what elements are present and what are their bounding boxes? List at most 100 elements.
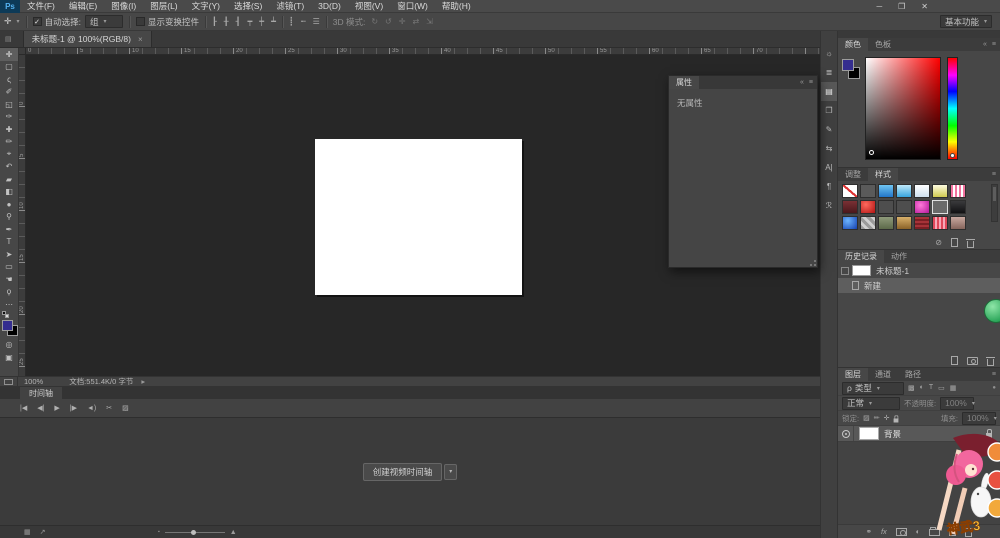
tool-preset-caret-icon[interactable]: ▾ (17, 18, 20, 25)
style-swatch[interactable] (878, 216, 894, 230)
dock-icon-clone-source[interactable]: ✎ (821, 120, 837, 139)
menu-item[interactable]: 视图(V) (348, 0, 390, 12)
menu-item[interactable]: 滤镜(T) (269, 0, 311, 12)
properties-panel[interactable]: 属性 « ≡ 无属性 (668, 75, 818, 268)
blur-tool[interactable]: ● (0, 198, 18, 211)
minimize-button[interactable]: ─ (876, 2, 882, 11)
foreground-color-swatch[interactable] (842, 59, 854, 71)
document-tab[interactable]: 未标题-1 @ 100%(RGB/8) × (23, 31, 152, 47)
history-source-checkbox[interactable] (838, 267, 852, 275)
zoom-slider-handle[interactable] (191, 530, 196, 535)
filter-shape-icon[interactable]: ▭ (938, 384, 945, 392)
brush-tool[interactable]: ✏ (0, 136, 18, 149)
panel-menu-icon[interactable]: ≡ (992, 171, 996, 178)
dock-icon-histogram[interactable]: ▤ (821, 82, 837, 101)
align-bottom-icon[interactable]: ┷ (271, 17, 276, 26)
filter-adjustment-icon[interactable]: ◐ (920, 384, 924, 392)
tab-history[interactable]: 历史记录 (838, 250, 884, 263)
prev-frame-button[interactable]: ◀| (37, 404, 44, 412)
adjustment-layer-button[interactable]: ◐ (916, 527, 921, 536)
tab-channels[interactable]: 通道 (868, 368, 898, 381)
blend-mode-dropdown[interactable]: 正常 ▾ (842, 397, 900, 410)
opacity-field[interactable]: 100% ▾ (940, 397, 974, 410)
lock-all-icon[interactable] (894, 418, 899, 422)
distribute-horizontal-icon[interactable]: ┉ (301, 17, 306, 26)
dock-icon-brush-settings[interactable]: ⇆ (821, 139, 837, 158)
type-tool[interactable]: T (0, 236, 18, 249)
hue-slider-marker[interactable] (950, 153, 955, 158)
color-swatch-widget[interactable] (0, 313, 18, 339)
menu-item[interactable]: 图像(I) (104, 0, 143, 12)
filter-toggle-icon[interactable]: ● (992, 385, 996, 391)
style-swatch[interactable] (878, 200, 894, 214)
align-v-center-icon[interactable]: ┿ (259, 17, 264, 26)
healing-brush-tool[interactable]: ✚ (0, 123, 18, 136)
shape-tool[interactable]: ▭ (0, 261, 18, 274)
link-layers-button[interactable]: ⚭ (866, 527, 872, 536)
play-button[interactable]: ▶ (54, 404, 59, 412)
menu-item[interactable]: 编辑(E) (62, 0, 104, 12)
menu-item[interactable]: 帮助(H) (435, 0, 478, 12)
style-swatch[interactable] (950, 184, 966, 198)
menu-item[interactable]: 3D(D) (311, 0, 348, 12)
hand-tool[interactable]: ☚ (0, 273, 18, 286)
tab-layers[interactable]: 图层 (838, 368, 868, 381)
3d-slide-icon[interactable]: ⇄ (412, 17, 419, 26)
status-corner-icon[interactable] (0, 377, 18, 386)
lock-position-icon[interactable]: ✛ (884, 414, 890, 422)
3d-drag-icon[interactable]: ✛ (399, 17, 406, 26)
3d-roll-icon[interactable]: ↺ (385, 17, 392, 26)
tab-color[interactable]: 颜色 (838, 38, 868, 51)
mascot-badge[interactable] (988, 443, 1000, 461)
style-swatch[interactable] (932, 216, 948, 230)
collapse-icon[interactable]: « (983, 41, 987, 48)
show-transform-checkbox[interactable] (136, 17, 145, 26)
zoom-slider-track[interactable] (165, 532, 225, 533)
tab-swatches[interactable]: 色板 (868, 38, 898, 51)
panel-menu-icon[interactable]: ≡ (992, 41, 996, 48)
style-swatch[interactable] (896, 216, 912, 230)
style-swatch[interactable] (896, 184, 912, 198)
style-swatch[interactable] (932, 184, 948, 198)
render-button[interactable]: ↗ (40, 528, 46, 536)
timeline-mode-dropdown[interactable]: ▾ (444, 464, 457, 480)
filter-smart-icon[interactable]: ▦ (950, 384, 957, 392)
restore-button[interactable]: ❐ (898, 2, 905, 11)
3d-rotate-icon[interactable]: ↻ (371, 17, 378, 26)
screen-mode-button[interactable]: ▣ (0, 351, 18, 364)
style-swatch[interactable] (914, 200, 930, 214)
auto-select-checkbox[interactable]: ✓ (33, 17, 42, 26)
next-frame-button[interactable]: |▶ (70, 404, 77, 412)
resize-grip[interactable] (810, 260, 816, 266)
layer-style-button[interactable]: fx (881, 527, 887, 536)
collapse-icon[interactable]: « (800, 79, 804, 86)
history-state-row[interactable]: 新建 (838, 278, 1000, 293)
tab-adjustments[interactable]: 调整 (838, 168, 868, 181)
edit-toolbar-button[interactable]: ⋯ (0, 298, 18, 311)
add-mask-button[interactable] (896, 528, 907, 536)
crop-tool[interactable]: ◱ (0, 98, 18, 111)
align-h-center-icon[interactable]: ╂ (224, 17, 229, 26)
style-none[interactable] (842, 184, 858, 198)
style-swatch[interactable] (860, 184, 876, 198)
style-swatch[interactable] (860, 216, 876, 230)
ps-logo-icon[interactable]: Ps (0, 0, 20, 13)
transition-button[interactable]: ▨ (122, 404, 129, 412)
quick-selection-tool[interactable]: ✐ (0, 86, 18, 99)
dock-icon-glyphs[interactable]: ℛ (821, 196, 837, 215)
filter-type-dropdown[interactable]: ρ 类型 ▾ (842, 382, 904, 395)
tab-paths[interactable]: 路径 (898, 368, 928, 381)
style-swatch[interactable] (914, 216, 930, 230)
swap-colors-icon[interactable] (5, 314, 9, 318)
delete-style-button[interactable] (967, 241, 974, 248)
align-left-icon[interactable]: ┠ (212, 17, 217, 26)
panel-menu-icon[interactable]: ≡ (809, 79, 813, 86)
ruler-origin[interactable] (19, 48, 26, 55)
frames-view-button[interactable]: ▦ (24, 528, 31, 536)
layer-visibility-toggle[interactable] (838, 426, 854, 441)
dock-icon-character[interactable]: A| (821, 158, 837, 177)
menu-item[interactable]: 图层(L) (143, 0, 184, 12)
menu-item[interactable]: 窗口(W) (390, 0, 435, 12)
zoom-tool[interactable]: ϙ (0, 286, 18, 299)
3d-scale-icon[interactable]: ⇲ (426, 17, 433, 26)
